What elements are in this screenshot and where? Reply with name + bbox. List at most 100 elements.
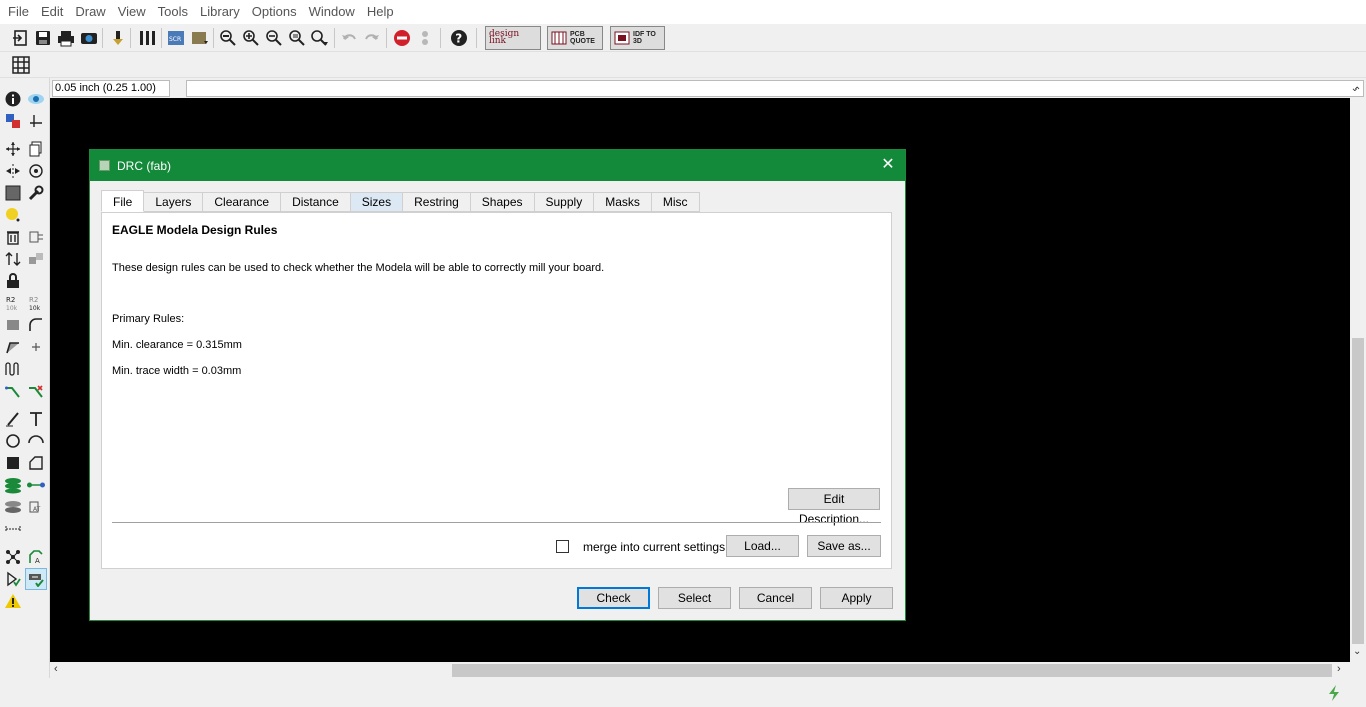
group-icon[interactable] <box>3 183 23 203</box>
lock-icon[interactable] <box>3 271 23 291</box>
tab-masks[interactable]: Masks <box>594 192 652 212</box>
tab-clearance[interactable]: Clearance <box>203 192 282 212</box>
zoom-select-icon[interactable] <box>310 27 330 49</box>
merge-checkbox[interactable] <box>556 540 569 553</box>
redo-icon[interactable] <box>362 27 382 49</box>
script-icon[interactable]: SCR <box>166 27 186 49</box>
copy-icon[interactable] <box>26 139 46 159</box>
dialog-title-bar[interactable]: DRC (fab) <box>90 150 905 181</box>
polygon-icon[interactable] <box>26 453 46 473</box>
zoom-out-icon[interactable] <box>264 27 284 49</box>
undo-icon[interactable] <box>339 27 359 49</box>
name-icon[interactable]: R2 10k <box>3 293 23 313</box>
zoom-previous-icon[interactable] <box>287 27 307 49</box>
apply-button[interactable]: Apply <box>820 587 893 609</box>
erc-icon[interactable] <box>3 569 23 589</box>
optimize-icon[interactable] <box>26 337 46 357</box>
replace-icon[interactable] <box>26 249 46 269</box>
menu-options[interactable]: Options <box>246 0 303 24</box>
wire-icon[interactable] <box>3 409 23 429</box>
move-icon[interactable] <box>3 139 23 159</box>
cancel-button[interactable]: Cancel <box>739 587 812 609</box>
via-icon[interactable] <box>3 475 23 495</box>
mirror-icon[interactable] <box>3 161 23 181</box>
rotate-icon[interactable] <box>26 161 46 181</box>
menu-file[interactable]: File <box>2 0 35 24</box>
miter-icon[interactable] <box>26 315 46 335</box>
delete-icon[interactable] <box>3 227 23 247</box>
menu-edit[interactable]: Edit <box>35 0 69 24</box>
meander-icon[interactable] <box>3 359 23 379</box>
check-button[interactable]: Check <box>577 587 650 609</box>
close-icon[interactable]: ✕ <box>879 156 897 174</box>
designlink-button[interactable]: design link <box>485 26 541 50</box>
menu-view[interactable]: View <box>112 0 152 24</box>
vertical-scroll-thumb[interactable] <box>1352 338 1364 644</box>
select-button[interactable]: Select <box>658 587 731 609</box>
cam-icon[interactable] <box>79 27 99 49</box>
dimension-icon[interactable] <box>3 519 23 539</box>
layers-icon[interactable] <box>138 27 158 49</box>
menu-draw[interactable]: Draw <box>69 0 111 24</box>
smash-icon[interactable] <box>3 315 23 335</box>
print-icon[interactable] <box>56 27 76 49</box>
mark-icon[interactable] <box>26 111 46 131</box>
rectangle-icon[interactable] <box>3 453 23 473</box>
menu-window[interactable]: Window <box>303 0 361 24</box>
idf-to-3d-button[interactable]: IDF TO 3D <box>610 26 665 50</box>
load-button[interactable]: Load... <box>726 535 799 557</box>
value-icon[interactable]: R2 10k <box>26 293 46 313</box>
tab-sizes[interactable]: Sizes <box>350 192 404 212</box>
open-icon[interactable] <box>11 27 31 49</box>
hole-icon[interactable] <box>3 497 23 517</box>
scroll-down-icon[interactable]: ⌄ <box>1353 646 1361 657</box>
info-icon[interactable] <box>3 89 23 109</box>
show-icon[interactable] <box>26 89 46 109</box>
menu-tools[interactable]: Tools <box>152 0 194 24</box>
go-icon[interactable] <box>415 27 435 49</box>
add-icon[interactable] <box>26 227 46 247</box>
command-line-input[interactable]: ⌄ <box>186 80 1364 97</box>
zoom-fit-icon[interactable] <box>218 27 238 49</box>
ratsnest-icon[interactable] <box>3 547 23 567</box>
lightning-icon[interactable] <box>1326 684 1342 705</box>
tab-layers[interactable]: Layers <box>144 192 204 212</box>
errors-warning-icon[interactable] <box>3 591 23 611</box>
pinswap-icon[interactable] <box>3 249 23 269</box>
tab-supply[interactable]: Supply <box>534 192 595 212</box>
tab-distance[interactable]: Distance <box>281 192 351 212</box>
scroll-right-icon[interactable]: › <box>1337 663 1341 675</box>
scroll-left-icon[interactable]: ‹ <box>54 663 58 675</box>
tab-restring[interactable]: Restring <box>403 192 471 212</box>
horizontal-scroll-thumb[interactable] <box>452 664 1332 677</box>
help-icon[interactable]: ? <box>449 27 469 49</box>
paste-icon[interactable] <box>3 205 23 225</box>
display-icon[interactable] <box>3 111 23 131</box>
scroll-up-icon[interactable]: ⌃ <box>1353 86 1361 97</box>
merge-label[interactable]: merge into current settings <box>583 540 725 554</box>
signal-icon[interactable] <box>26 475 46 495</box>
run-ulp-icon[interactable] <box>190 27 210 49</box>
save-as-button[interactable]: Save as... <box>807 535 881 557</box>
tab-misc[interactable]: Misc <box>651 192 700 212</box>
save-icon[interactable] <box>33 27 53 49</box>
circle-icon[interactable] <box>3 431 23 451</box>
split-icon[interactable] <box>3 337 23 357</box>
text-icon[interactable] <box>26 409 46 429</box>
route-icon[interactable] <box>3 381 23 401</box>
attribute-icon[interactable]: AT <box>26 497 46 517</box>
ripup-icon[interactable] <box>26 381 46 401</box>
autorouter-icon[interactable]: A <box>26 547 46 567</box>
horizontal-scrollbar[interactable]: ‹ › <box>50 662 1350 679</box>
board-switch-icon[interactable] <box>108 27 128 49</box>
drc-icon[interactable] <box>25 568 47 590</box>
change-icon[interactable] <box>26 183 46 203</box>
menu-help[interactable]: Help <box>361 0 400 24</box>
tab-file[interactable]: File <box>101 190 145 212</box>
edit-description-button[interactable]: Edit Description... <box>788 488 880 526</box>
pcb-quote-button[interactable]: PCB QUOTE <box>547 26 603 50</box>
vertical-scrollbar[interactable]: ⌃ ⌄ <box>1350 86 1366 662</box>
arc-icon[interactable] <box>26 431 46 451</box>
zoom-in-icon[interactable] <box>241 27 261 49</box>
grid-icon[interactable] <box>11 54 31 76</box>
